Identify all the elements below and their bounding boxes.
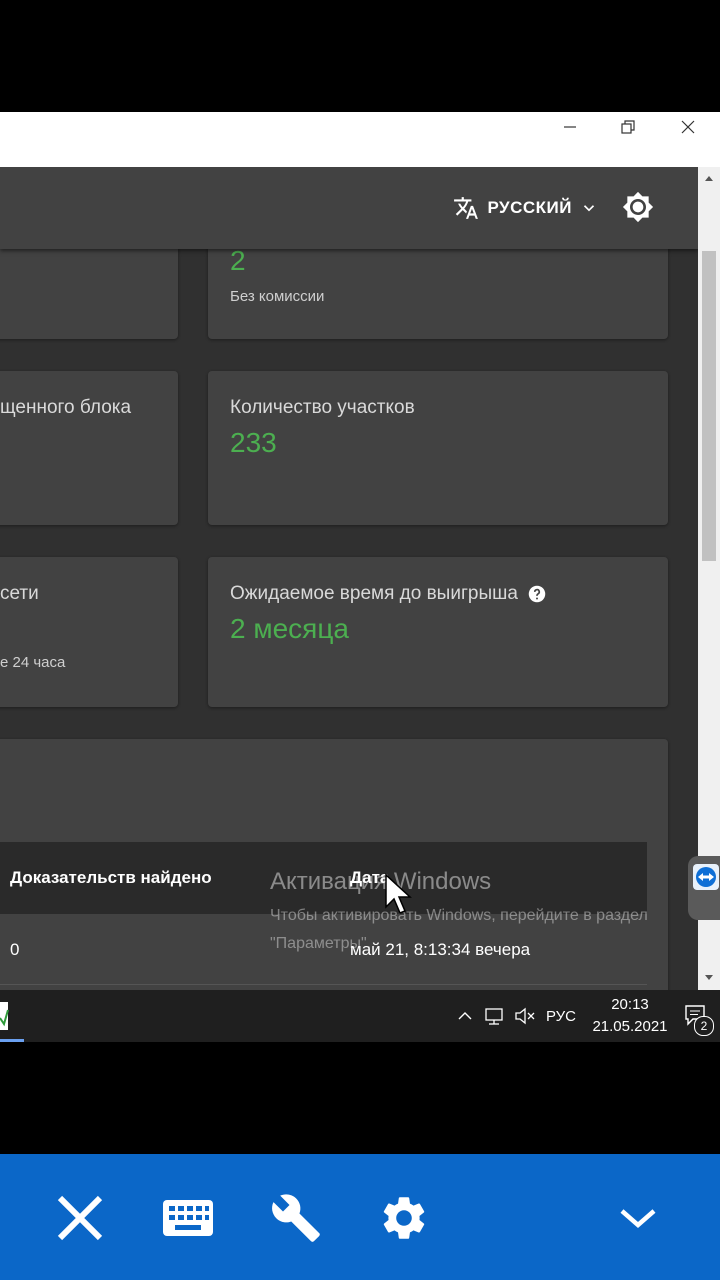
volume-muted-icon[interactable]	[510, 1006, 540, 1026]
chevron-down-icon	[583, 205, 595, 212]
remote-toolbar	[0, 1154, 720, 1280]
cell-proofs: 0	[10, 940, 20, 959]
close-session-button[interactable]	[50, 1188, 110, 1248]
collapse-toolbar-button[interactable]	[608, 1188, 668, 1248]
clock-time: 20:13	[611, 996, 649, 1013]
card-plots: Количество участков 233	[208, 371, 668, 525]
no-fee-value: 2	[230, 245, 246, 276]
card-block: щенного блока	[0, 371, 178, 525]
plots-value: 233	[230, 427, 277, 458]
window-titlebar	[0, 112, 720, 167]
card-network: сети е 24 часа	[0, 557, 178, 707]
notification-count: 2	[700, 1019, 708, 1033]
activation-watermark-title: Активация Windows	[270, 868, 492, 895]
app-icon[interactable]	[0, 1002, 10, 1030]
plots-label: Количество участков	[230, 397, 415, 418]
keyboard-button[interactable]	[158, 1188, 218, 1248]
close-icon	[681, 120, 695, 134]
scrollbar-thumb[interactable]	[702, 251, 716, 561]
close-window-button[interactable]	[658, 112, 718, 142]
minimize-button[interactable]	[540, 112, 600, 142]
gear-icon	[383, 1197, 425, 1239]
tools-button[interactable]	[266, 1188, 326, 1248]
teamviewer-tab[interactable]	[688, 856, 720, 920]
minimize-icon	[564, 126, 576, 128]
wrench-icon	[272, 1194, 320, 1242]
expected-time-label: Ожидаемое время до выигрыша	[230, 583, 546, 605]
chevron-down-icon	[620, 1209, 656, 1228]
block-label: щенного блока	[0, 397, 132, 418]
network-sub: е 24 часа	[0, 654, 66, 671]
close-icon	[57, 1195, 103, 1241]
taskbar-clock[interactable]: 20:13 21.05.2021	[584, 994, 676, 1038]
settings-button[interactable]	[374, 1188, 434, 1248]
no-fee-label: Без комиссии	[230, 288, 325, 305]
restore-icon	[621, 120, 635, 134]
windows-taskbar: РУС 20:13 21.05.2021 2	[0, 990, 720, 1042]
language-label: РУССКИЙ	[487, 198, 572, 217]
scroll-up-icon[interactable]	[703, 173, 715, 183]
translate-icon	[454, 197, 479, 219]
input-language[interactable]: РУС	[546, 1008, 576, 1025]
activation-watermark-text: Чтобы активировать Windows, перейдите в …	[270, 907, 648, 952]
network-label: сети	[0, 583, 39, 604]
clock-date: 21.05.2021	[592, 1018, 668, 1035]
expected-time-value: 2 месяца	[230, 613, 349, 644]
help-icon[interactable]	[528, 585, 546, 603]
network-icon[interactable]	[480, 1006, 510, 1026]
chevron-up-icon[interactable]	[450, 1006, 480, 1026]
system-tray: РУС 20:13 21.05.2021 2	[450, 990, 720, 1042]
mouse-cursor-icon	[385, 873, 412, 914]
notification-badge: 2	[694, 1016, 714, 1036]
taskbar-active-indicator	[0, 1039, 24, 1042]
scroll-down-icon[interactable]	[703, 973, 715, 983]
app-header: РУССКИЙ	[0, 167, 698, 249]
action-center-button[interactable]: 2	[676, 990, 720, 1042]
brightness-icon[interactable]	[622, 191, 654, 223]
header-proofs: Доказательств найдено	[10, 868, 212, 887]
app-content: РУССКИЙ 2 Без комиссии щенного блока Кол…	[0, 167, 698, 990]
teamviewer-icon	[693, 864, 719, 890]
expected-time-text: Ожидаемое время до выигрыша	[230, 583, 518, 604]
restore-button[interactable]	[598, 112, 658, 142]
card-expected-time: Ожидаемое время до выигрыша 2 месяца	[208, 557, 668, 707]
language-selector[interactable]: РУССКИЙ	[453, 193, 598, 223]
keyboard-icon	[163, 1200, 213, 1236]
